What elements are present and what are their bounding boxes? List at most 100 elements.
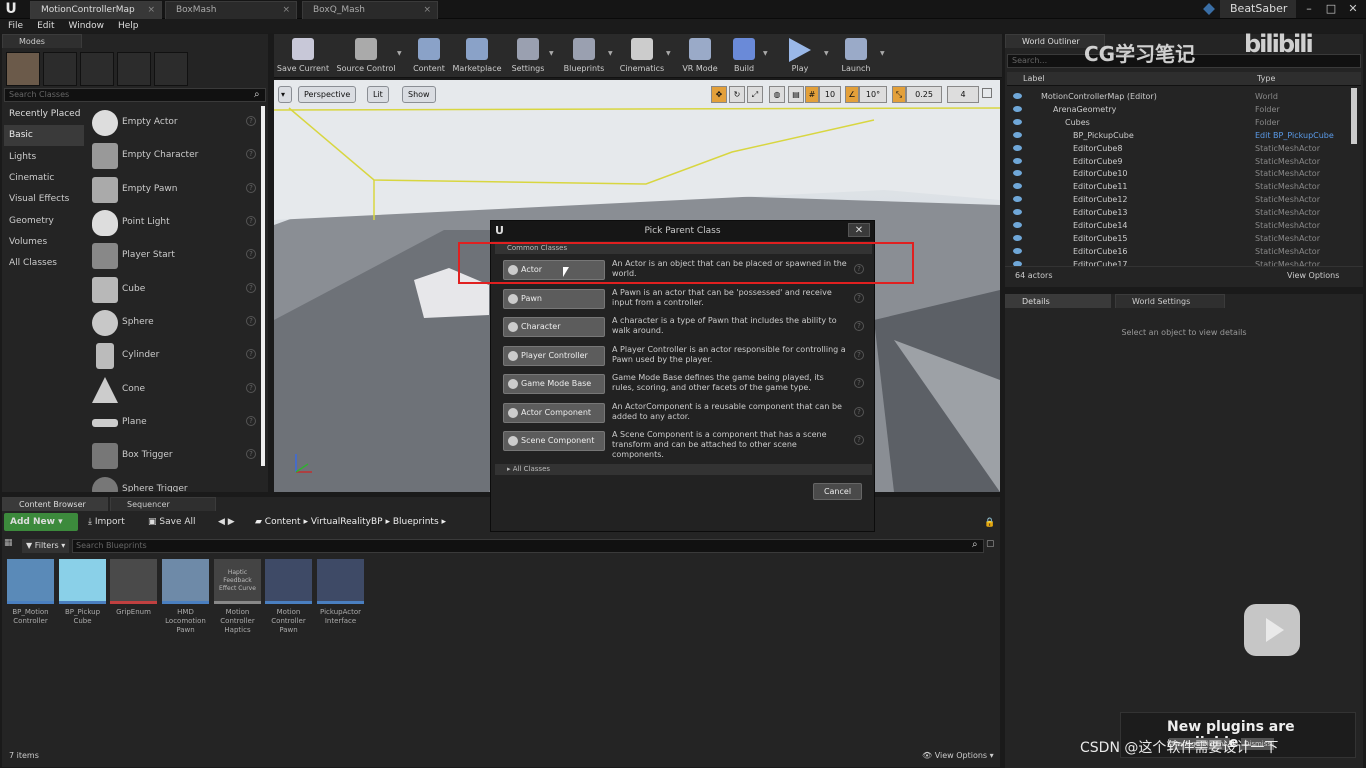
help-icon[interactable]: ? (854, 349, 864, 360)
chevron-down-icon[interactable]: ▼ (608, 34, 614, 74)
visibility-eye-icon[interactable] (1013, 196, 1022, 203)
chevron-down-icon[interactable]: ▼ (397, 34, 403, 74)
all-classes-header[interactable]: ▸ All Classes (495, 464, 872, 475)
tab-world-settings[interactable]: World Settings (1115, 294, 1225, 308)
scale-snap-value[interactable]: 0.25 (906, 86, 942, 103)
help-icon[interactable]: ? (854, 378, 864, 388)
visibility-eye-icon[interactable] (1013, 234, 1022, 241)
help-icon[interactable]: ? (246, 449, 256, 459)
place-sphere[interactable]: Sphere? (90, 307, 260, 340)
pawn-button[interactable]: Pawn (503, 288, 605, 309)
help-icon[interactable]: ? (246, 183, 256, 193)
menu-help[interactable]: Help (118, 19, 139, 33)
outliner-row[interactable]: EditorCube8 StaticMeshActor (1009, 142, 1359, 155)
asset-bp-motion-controller[interactable]: BP_Motion Controller (7, 559, 54, 626)
place-cube[interactable]: Cube? (90, 274, 260, 307)
launch-button[interactable]: Launch (836, 36, 876, 76)
sources-toggle-icon[interactable]: ▦ (4, 538, 18, 552)
close-window-icon[interactable]: ✕ (1342, 0, 1364, 18)
breadcrumb-blueprints[interactable]: Blueprints (393, 517, 439, 527)
scrollbar[interactable] (261, 106, 265, 466)
column-type[interactable]: Type (1257, 74, 1275, 83)
breadcrumb-content[interactable]: Content (265, 517, 301, 527)
asset-bp-pickup-cube[interactable]: BP_Pickup Cube (59, 559, 106, 626)
show-button[interactable]: Show (402, 86, 436, 103)
maximize-viewport-icon[interactable] (982, 88, 992, 98)
outliner-row[interactable]: EditorCube12 StaticMeshActor (1009, 193, 1359, 206)
menu-edit[interactable]: Edit (37, 19, 54, 33)
outliner-row[interactable]: EditorCube11 StaticMeshActor (1009, 180, 1359, 193)
visibility-eye-icon[interactable] (1013, 118, 1022, 125)
place-empty-pawn[interactable]: Empty Pawn? (90, 174, 260, 207)
maximize-icon[interactable]: □ (1320, 0, 1342, 18)
visibility-eye-icon[interactable] (1013, 144, 1022, 151)
chevron-down-icon[interactable]: ▼ (763, 34, 769, 74)
save-search-icon[interactable]: ▢ (986, 539, 995, 549)
chevron-down-icon[interactable]: ▼ (666, 34, 672, 74)
help-icon[interactable]: ? (854, 435, 864, 445)
search-icon[interactable]: ⌕ (254, 89, 260, 100)
history-nav-buttons[interactable]: ◀ ▶ (218, 513, 244, 531)
doc-tab-boxmash[interactable]: BoxMash × (165, 1, 297, 19)
help-icon[interactable]: ? (246, 416, 256, 426)
lock-icon[interactable]: 🔒 (984, 518, 995, 528)
breadcrumb-virtualrealitybp[interactable]: VirtualRealityBP (311, 517, 383, 527)
asset-motion-controller-haptics[interactable]: Haptic Feedback Effect Curve Motion Contr… (214, 559, 261, 635)
place-player-start[interactable]: Player Start? (90, 240, 260, 273)
rotate-icon[interactable]: ↻ (729, 86, 745, 103)
paint-mode-icon[interactable] (43, 52, 77, 86)
place-sphere-trigger[interactable]: Sphere Trigger (90, 474, 260, 492)
play-button[interactable]: Play (779, 36, 821, 76)
scrollbar[interactable] (1351, 88, 1357, 144)
help-icon[interactable]: ? (246, 383, 256, 393)
rotation-snap-value[interactable]: 10° (859, 86, 887, 103)
edit-blueprint-link[interactable]: Edit BP_PickupCube (1255, 129, 1334, 142)
minimize-icon[interactable]: – (1298, 0, 1320, 18)
asset-gripenum[interactable]: GripEnum (110, 559, 157, 617)
build-button[interactable]: Build (726, 36, 762, 76)
add-new-button[interactable]: Add New ▾ (4, 513, 78, 531)
help-icon[interactable]: ? (246, 283, 256, 293)
menu-window[interactable]: Window (69, 19, 105, 33)
place-empty-character[interactable]: Empty Character? (90, 140, 260, 173)
source-control-button[interactable]: Source Control (334, 36, 398, 76)
place-cylinder[interactable]: Cylinder? (90, 340, 260, 373)
chevron-down-icon[interactable]: ▼ (880, 34, 886, 74)
outliner-row[interactable]: EditorCube10 StaticMeshActor (1009, 167, 1359, 180)
geometry-mode-icon[interactable] (154, 52, 188, 86)
view-options-button[interactable]: 👁 View Options ▾ (922, 751, 994, 760)
place-point-light[interactable]: Point Light? (90, 207, 260, 240)
outliner-row[interactable]: EditorCube13 StaticMeshActor (1009, 206, 1359, 219)
visibility-eye-icon[interactable] (1013, 170, 1022, 177)
help-icon[interactable]: ? (854, 321, 864, 331)
scene-component-button[interactable]: Scene Component (503, 431, 605, 451)
chevron-down-icon[interactable]: ▼ (549, 34, 555, 74)
import-button[interactable]: ⤓ Import (88, 513, 140, 531)
settings-button[interactable]: Settings (507, 36, 549, 76)
foliage-mode-icon[interactable] (117, 52, 151, 86)
cinematics-button[interactable]: Cinematics (618, 36, 666, 76)
actor-button[interactable]: Actor (503, 260, 605, 280)
doc-tab-boxq-mash[interactable]: BoxQ_Mash × (302, 1, 438, 19)
perspective-button[interactable]: Perspective (298, 86, 357, 103)
content-button[interactable]: Content (408, 36, 450, 76)
help-icon[interactable]: ? (246, 316, 256, 326)
game-mode-base-button[interactable]: Game Mode Base (503, 374, 605, 394)
visibility-eye-icon[interactable] (1013, 209, 1022, 216)
place-plane[interactable]: Plane? (90, 407, 260, 440)
help-icon[interactable]: ? (246, 349, 256, 359)
place-mode-icon[interactable] (6, 52, 40, 86)
place-cone[interactable]: Cone? (90, 374, 260, 407)
tab-modes[interactable]: Modes (2, 34, 82, 48)
outliner-row[interactable]: Cubes Folder (1009, 116, 1359, 129)
camera-speed[interactable]: 4 (947, 86, 979, 103)
menu-file[interactable]: File (8, 19, 23, 33)
asset-motion-controller-pawn[interactable]: Motion Controller Pawn (265, 559, 312, 635)
tab-sequencer[interactable]: Sequencer (110, 497, 216, 511)
outliner-row[interactable]: EditorCube15 StaticMeshActor (1009, 232, 1359, 245)
search-classes-input[interactable]: Search Classes (4, 88, 266, 102)
help-icon[interactable]: ? (854, 406, 864, 417)
category-geometry[interactable]: Geometry (4, 211, 84, 232)
column-label[interactable]: Label (1023, 74, 1045, 83)
outliner-row[interactable]: BP_PickupCube Edit BP_PickupCube (1009, 129, 1359, 142)
